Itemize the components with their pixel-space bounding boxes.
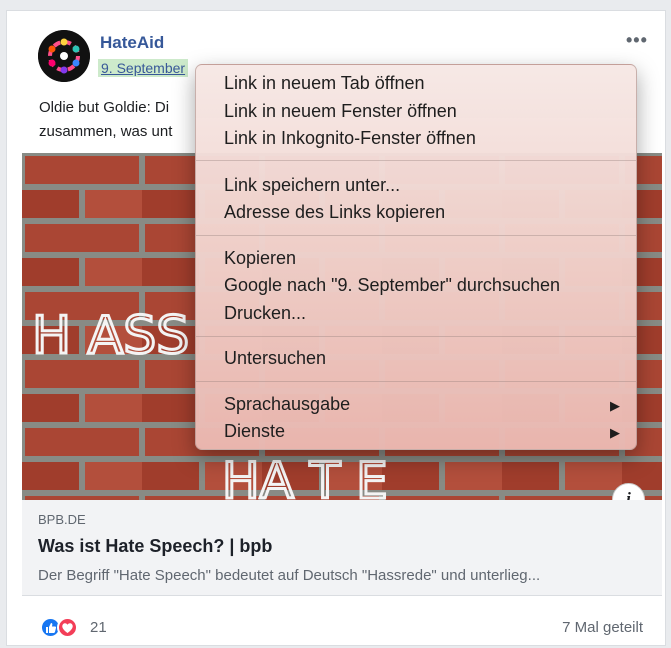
love-reaction-icon [57, 617, 78, 638]
post-text-line: Oldie but Goldie: Di [39, 99, 170, 116]
menu-separator [196, 381, 636, 382]
menu-separator [196, 235, 636, 236]
submenu-arrow-icon: ▶ [610, 398, 620, 413]
menu-item-copy-link-address[interactable]: Adresse des Links kopieren [224, 202, 445, 223]
menu-item-google-search[interactable]: Google nach "9. September" durchsuchen [224, 275, 560, 296]
link-title[interactable]: Was ist Hate Speech? | bpb [38, 536, 272, 557]
menu-item-inspect[interactable]: Untersuchen [224, 348, 326, 369]
menu-item-speech[interactable]: Sprachausgabe [224, 394, 350, 415]
post-text-line: zusammen, was unt [39, 123, 173, 140]
menu-item-open-new-window[interactable]: Link in neuem Fenster öffnen [224, 101, 457, 122]
link-domain: BPB.DE [38, 512, 86, 527]
page-avatar[interactable] [38, 30, 90, 82]
menu-item-open-new-tab[interactable]: Link in neuem Tab öffnen [224, 73, 425, 94]
menu-item-save-link[interactable]: Link speichern unter... [224, 175, 400, 196]
menu-item-copy[interactable]: Kopieren [224, 248, 296, 269]
more-options-icon[interactable]: ••• [626, 30, 648, 51]
submenu-arrow-icon: ▶ [610, 425, 620, 440]
browser-context-menu: Link in neuem Tab öffnen Link in neuem F… [195, 64, 637, 450]
post-text: Oldie but Goldie: Di zusammen, was unt [39, 96, 199, 144]
hateaid-logo-icon [38, 30, 90, 82]
share-count-link[interactable]: 7 Mal geteilt [562, 619, 643, 636]
menu-item-services[interactable]: Dienste [224, 421, 285, 442]
link-preview[interactable]: BPB.DE Was ist Hate Speech? | bpb Der Be… [22, 500, 662, 596]
menu-separator [196, 336, 636, 337]
reaction-count: 21 [90, 619, 107, 636]
graffiti-text: HA T E [222, 452, 388, 500]
menu-separator [196, 160, 636, 161]
menu-item-open-incognito[interactable]: Link in Inkognito-Fenster öffnen [224, 128, 476, 149]
link-description: Der Begriff "Hate Speech" bedeutet auf D… [38, 567, 541, 584]
post-date-link[interactable]: 9. September [98, 59, 189, 77]
graffiti-text: H ASS [32, 306, 189, 366]
menu-item-print[interactable]: Drucken... [224, 303, 306, 324]
page-name-link[interactable]: HateAid [100, 33, 164, 53]
